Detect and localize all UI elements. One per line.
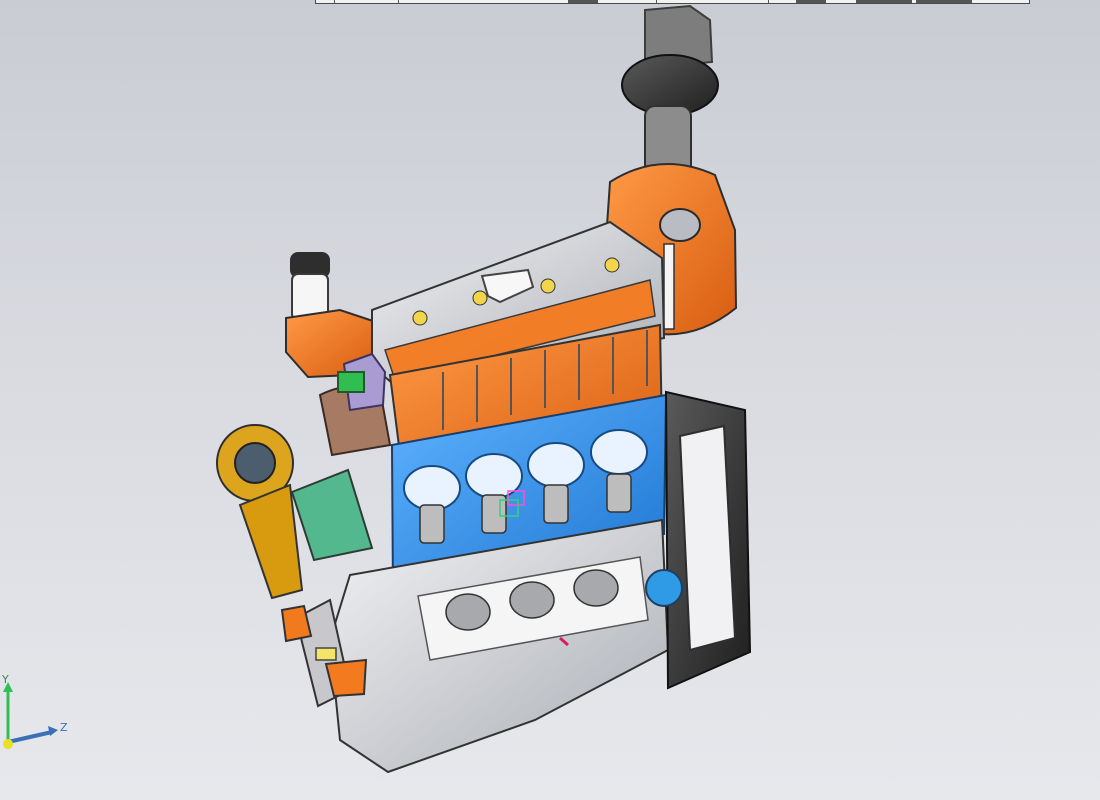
front-pulley-assembly[interactable] xyxy=(216,352,392,600)
crankcase[interactable] xyxy=(328,518,670,774)
axis-y-label: Y xyxy=(2,673,9,686)
orientation-triad: Y Z xyxy=(0,660,90,760)
engine-model[interactable] xyxy=(0,0,1100,800)
3d-viewport[interactable]: Y Z xyxy=(0,0,1100,800)
axis-triad-icon xyxy=(3,682,58,749)
axis-z-label: Z xyxy=(60,721,68,734)
